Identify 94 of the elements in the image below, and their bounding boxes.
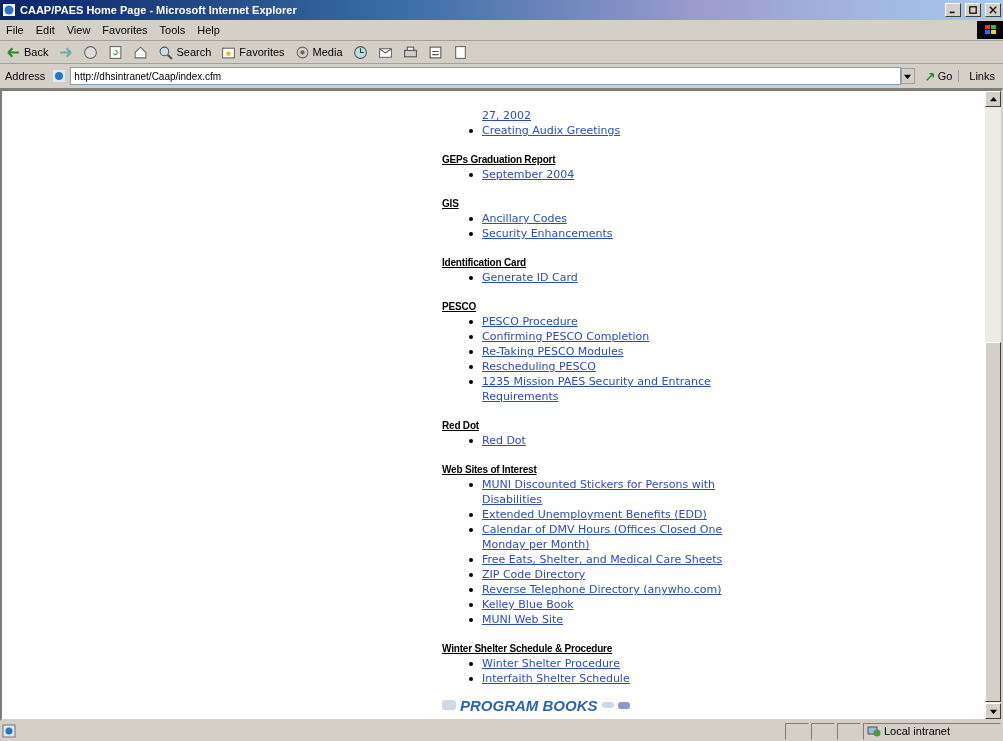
link[interactable]: Winter Shelter Procedure (482, 656, 620, 671)
search-icon (158, 44, 174, 60)
close-button[interactable] (985, 3, 1001, 17)
home-icon (133, 44, 149, 60)
maximize-icon (969, 6, 977, 14)
link[interactable]: Reverse Telephone Directory (anywho.com) (482, 582, 722, 597)
favorites-button[interactable]: Favorites (217, 43, 289, 61)
link[interactable]: MUNI Discounted Stickers for Persons with Disabilities (482, 477, 757, 507)
bullet-icon (469, 483, 473, 487)
bullet-icon (469, 513, 473, 517)
down-caret-icon (989, 707, 997, 715)
scroll-up-button[interactable] (985, 91, 1001, 107)
link[interactable]: Security Enhancements (482, 226, 613, 241)
bullet-icon (469, 439, 473, 443)
link[interactable]: Rescheduling PESCO (482, 359, 596, 374)
bullet-icon (469, 528, 473, 532)
link[interactable]: Kelley Blue Book (482, 597, 574, 612)
windows-logo-icon (977, 21, 1003, 39)
bullet-icon (469, 662, 473, 666)
page-icon (452, 44, 468, 60)
link[interactable]: 27, 2002 (482, 108, 531, 123)
menu-item[interactable]: Help (191, 24, 226, 36)
page-icon (2, 724, 16, 738)
maximize-button[interactable] (965, 3, 981, 17)
menu-item[interactable]: View (60, 24, 97, 36)
browser-icon (2, 3, 16, 17)
clock-icon (352, 44, 368, 60)
link[interactable]: MUNI Web Site (482, 612, 564, 627)
stop-icon (83, 44, 99, 60)
bullet-icon (469, 276, 473, 280)
section-heading: Red Dot (442, 419, 480, 433)
media-icon (294, 44, 310, 60)
menu-item[interactable]: Favorites (96, 24, 154, 36)
menu-item[interactable]: File (0, 24, 30, 36)
scroll-down-button[interactable] (985, 703, 1001, 719)
link[interactable]: Re-Taking PESCO Modules (482, 344, 624, 359)
bullet-icon (469, 365, 473, 369)
link[interactable]: Ancillary Codes (482, 211, 567, 226)
intranet-icon (867, 724, 881, 738)
section-heading: PESCO (442, 300, 477, 314)
link[interactable]: Red Dot (482, 433, 526, 448)
printer-icon (402, 44, 418, 60)
section-heading: Web Sites of Interest (442, 463, 538, 477)
menu-item[interactable]: Tools (153, 24, 192, 36)
bullet-icon (469, 350, 473, 354)
link[interactable]: Confirming PESCO Completion (482, 329, 650, 344)
arrow-icon (924, 70, 936, 82)
link[interactable]: Calendar of DMV Hours (Offices Closed One Monday per Month) (482, 522, 757, 552)
media-button[interactable]: Media (290, 43, 347, 61)
window-title: CAAP/PAES Home Page - Microsoft Internet Explorer (20, 4, 297, 16)
links-button[interactable]: Links (963, 70, 1001, 82)
section-heading: GEPs Graduation Report (442, 153, 557, 167)
menu-item[interactable]: Edit (29, 24, 61, 36)
link[interactable]: 1235 Mission PAES Security and Entrance Requirements (482, 374, 757, 404)
document-icon (427, 44, 443, 60)
page-icon (52, 69, 67, 83)
scrollbar[interactable] (985, 91, 1001, 719)
go-button[interactable]: Go (918, 70, 960, 82)
link[interactable]: PESCO Procedure (482, 314, 578, 329)
bullet-icon (469, 603, 473, 607)
link[interactable]: Free Eats, Shelter, and Medical Care Sheets (482, 552, 723, 567)
up-caret-icon (989, 95, 997, 103)
bullet-icon (469, 129, 473, 133)
bullet-icon (469, 380, 473, 384)
section-heading: GIS (442, 197, 460, 211)
caret-icon (904, 72, 912, 80)
link[interactable]: September 2004 (482, 167, 575, 182)
refresh-icon (108, 44, 124, 60)
link[interactable]: Extended Unemployment Benefits (EDD) (482, 507, 707, 522)
bullet-icon (469, 217, 473, 221)
link[interactable]: Interfaith Shelter Schedule (482, 671, 630, 686)
scroll-thumb[interactable] (985, 342, 1001, 702)
back-button[interactable]: Back (2, 43, 53, 61)
bullet-icon (469, 173, 473, 177)
search-button[interactable]: Search (154, 43, 216, 61)
bullet-icon (469, 618, 473, 622)
bullet-icon (469, 677, 473, 681)
bullet-icon (469, 588, 473, 592)
close-icon (989, 6, 997, 14)
section-heading: Identification Card (442, 256, 527, 270)
bullet-icon (469, 232, 473, 236)
bullet-icon (469, 558, 473, 562)
address-field[interactable]: http://dhsintranet/Caap/index.cfm (70, 67, 901, 85)
zone-label: Local intranet (884, 725, 951, 737)
link[interactable]: Generate ID Card (482, 270, 578, 285)
bullet-icon (469, 320, 473, 324)
program-books-banner[interactable]: PROGRAM BOOKS (442, 696, 630, 714)
link[interactable]: ZIP Code Directory (482, 567, 586, 582)
link[interactable]: Creating Audix Greetings (482, 123, 621, 138)
bullet-icon (469, 573, 473, 577)
minimize-button[interactable] (945, 3, 961, 17)
section-heading: Winter Shelter Schedule & Procedure (442, 642, 614, 656)
address-label: Address (4, 70, 47, 82)
bullet-icon (469, 335, 473, 339)
